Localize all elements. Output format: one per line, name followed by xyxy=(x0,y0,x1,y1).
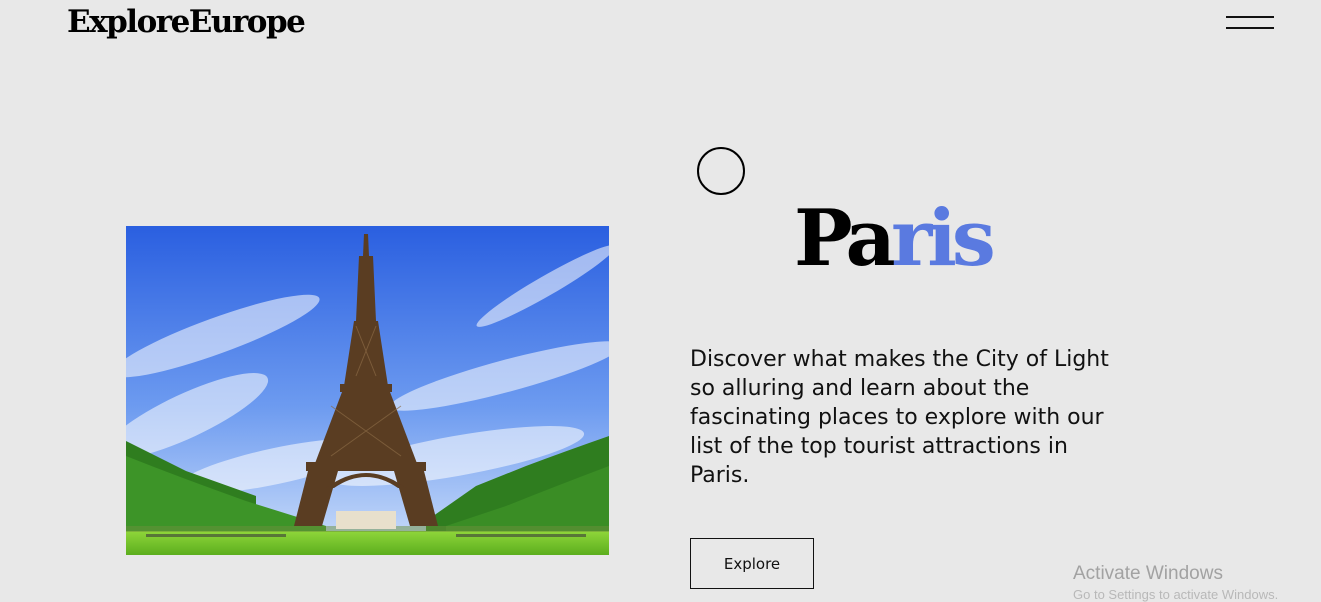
activate-windows-watermark: Activate Windows xyxy=(1073,563,1223,584)
site-logo[interactable]: ExploreEurope xyxy=(67,4,306,40)
city-title-part1: Pa xyxy=(794,193,896,284)
city-description: Discover what makes the City of Light so… xyxy=(690,347,1109,488)
eiffel-tower-photo xyxy=(126,226,609,555)
explore-button[interactable]: Explore xyxy=(690,538,814,589)
hamburger-menu-icon[interactable] xyxy=(1226,14,1276,32)
decorative-circle xyxy=(697,147,745,195)
menu-line-bottom xyxy=(1226,27,1274,29)
activate-windows-subtext: Go to Settings to activate Windows. xyxy=(1073,587,1279,602)
city-title: Paris xyxy=(794,193,996,284)
menu-line-top xyxy=(1226,16,1274,18)
city-title-part2: ris xyxy=(891,193,996,284)
